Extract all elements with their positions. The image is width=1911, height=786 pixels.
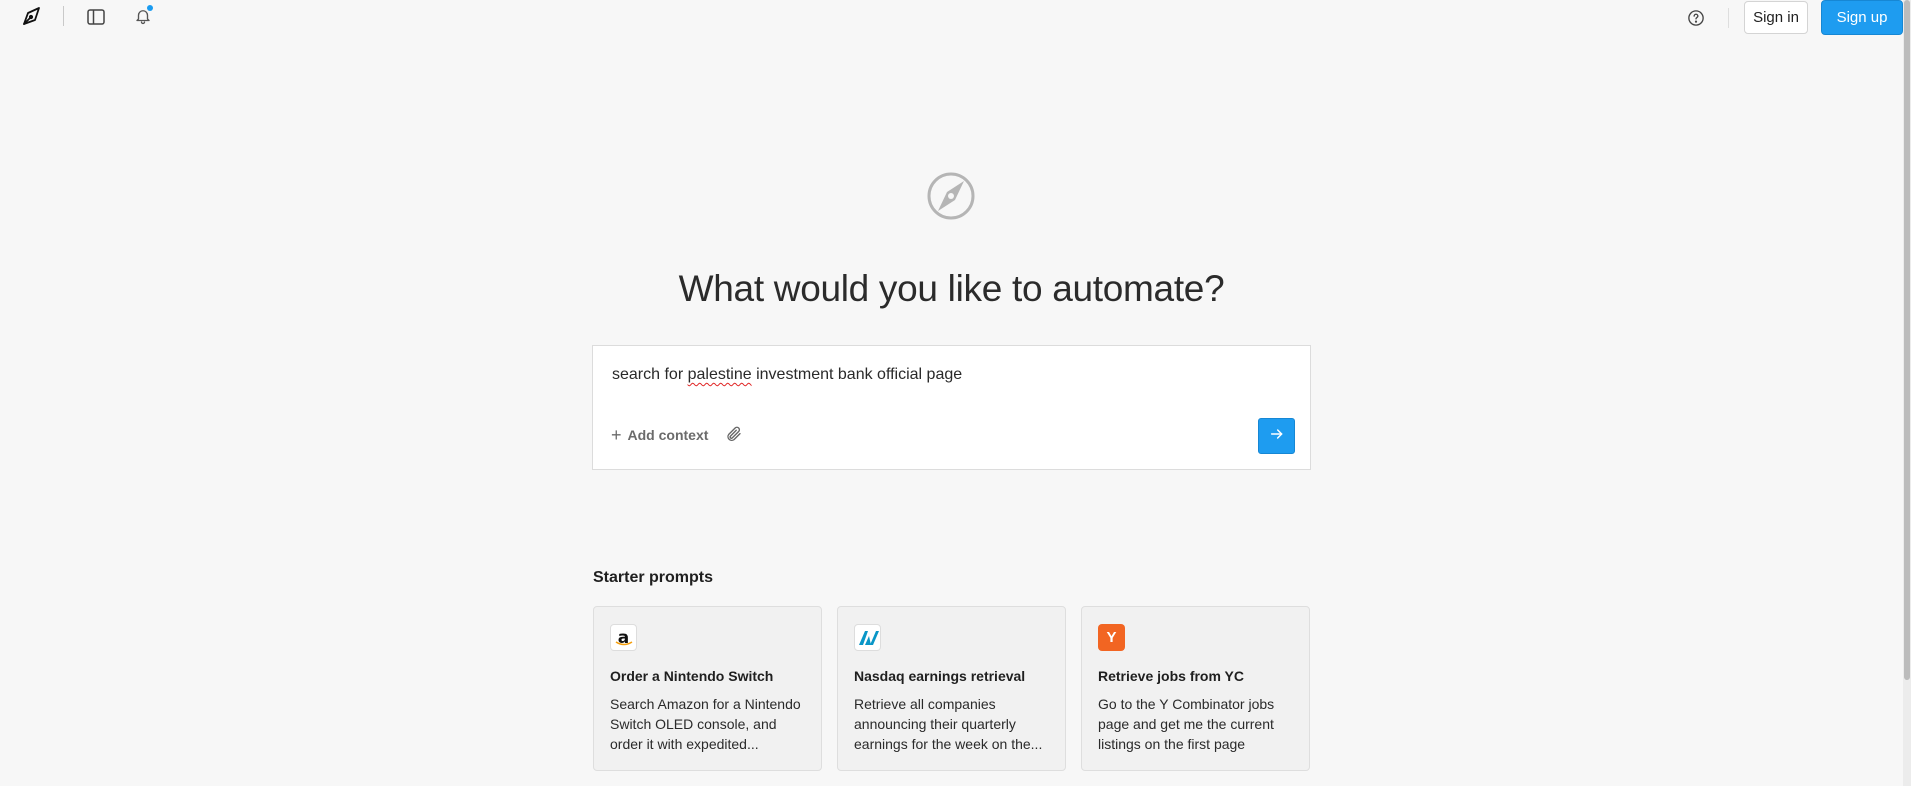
topbar-divider-right xyxy=(1728,8,1729,28)
card-title: Order a Nintendo Switch xyxy=(610,668,774,684)
prompt-box: search for palestine investment bank off… xyxy=(592,345,1311,470)
prompt-text-start: search for xyxy=(612,366,688,383)
sign-up-button[interactable]: Sign up xyxy=(1821,0,1903,35)
sign-in-button[interactable]: Sign in xyxy=(1744,1,1808,34)
plus-icon: + xyxy=(611,425,622,445)
starter-card-amazon[interactable]: a Order a Nintendo Switch Search Amazon … xyxy=(593,606,822,771)
send-button[interactable] xyxy=(1258,418,1295,454)
page-scrollbar[interactable] xyxy=(1903,0,1911,786)
starter-card-ycombinator[interactable]: Y Retrieve jobs from YC Go to the Y Comb… xyxy=(1081,606,1310,771)
nasdaq-icon xyxy=(854,624,881,651)
paperclip-icon[interactable] xyxy=(725,425,745,445)
card-title: Nasdaq earnings retrieval xyxy=(854,668,1026,684)
amazon-icon: a xyxy=(610,624,637,651)
card-description: Search Amazon for a Nintendo Switch OLED… xyxy=(610,696,801,752)
card-description: Retrieve all companies announcing their … xyxy=(854,696,1043,752)
compass-icon xyxy=(926,171,976,221)
add-context-label: Add context xyxy=(627,427,709,443)
prompt-text-misspelled: palestine xyxy=(687,366,752,383)
logo-icon[interactable] xyxy=(18,4,44,30)
notification-dot xyxy=(147,5,153,11)
app-page: Sign in Sign up What would you like to a… xyxy=(0,0,1911,786)
starter-prompts-title: Starter prompts xyxy=(593,569,714,586)
sidebar-toggle-icon[interactable] xyxy=(84,5,108,29)
page-headline: What would you like to automate? xyxy=(678,268,1225,309)
card-title: Retrieve jobs from YC xyxy=(1098,668,1245,684)
arrow-right-icon xyxy=(1269,426,1285,447)
help-circle-icon[interactable] xyxy=(1684,6,1708,30)
ycombinator-icon: Y xyxy=(1098,624,1125,651)
prompt-text-end: investment bank official page xyxy=(751,366,963,383)
card-description: Go to the Y Combinator jobs page and get… xyxy=(1098,696,1275,752)
starter-card-nasdaq[interactable]: Nasdaq earnings retrieval Retrieve all c… xyxy=(837,606,1066,771)
add-context-button[interactable]: + Add context xyxy=(611,425,709,445)
prompt-input[interactable]: search for palestine investment bank off… xyxy=(612,366,962,384)
scrollbar-thumb[interactable] xyxy=(1904,0,1910,680)
bell-icon[interactable] xyxy=(131,4,155,28)
topbar-divider xyxy=(63,6,64,26)
